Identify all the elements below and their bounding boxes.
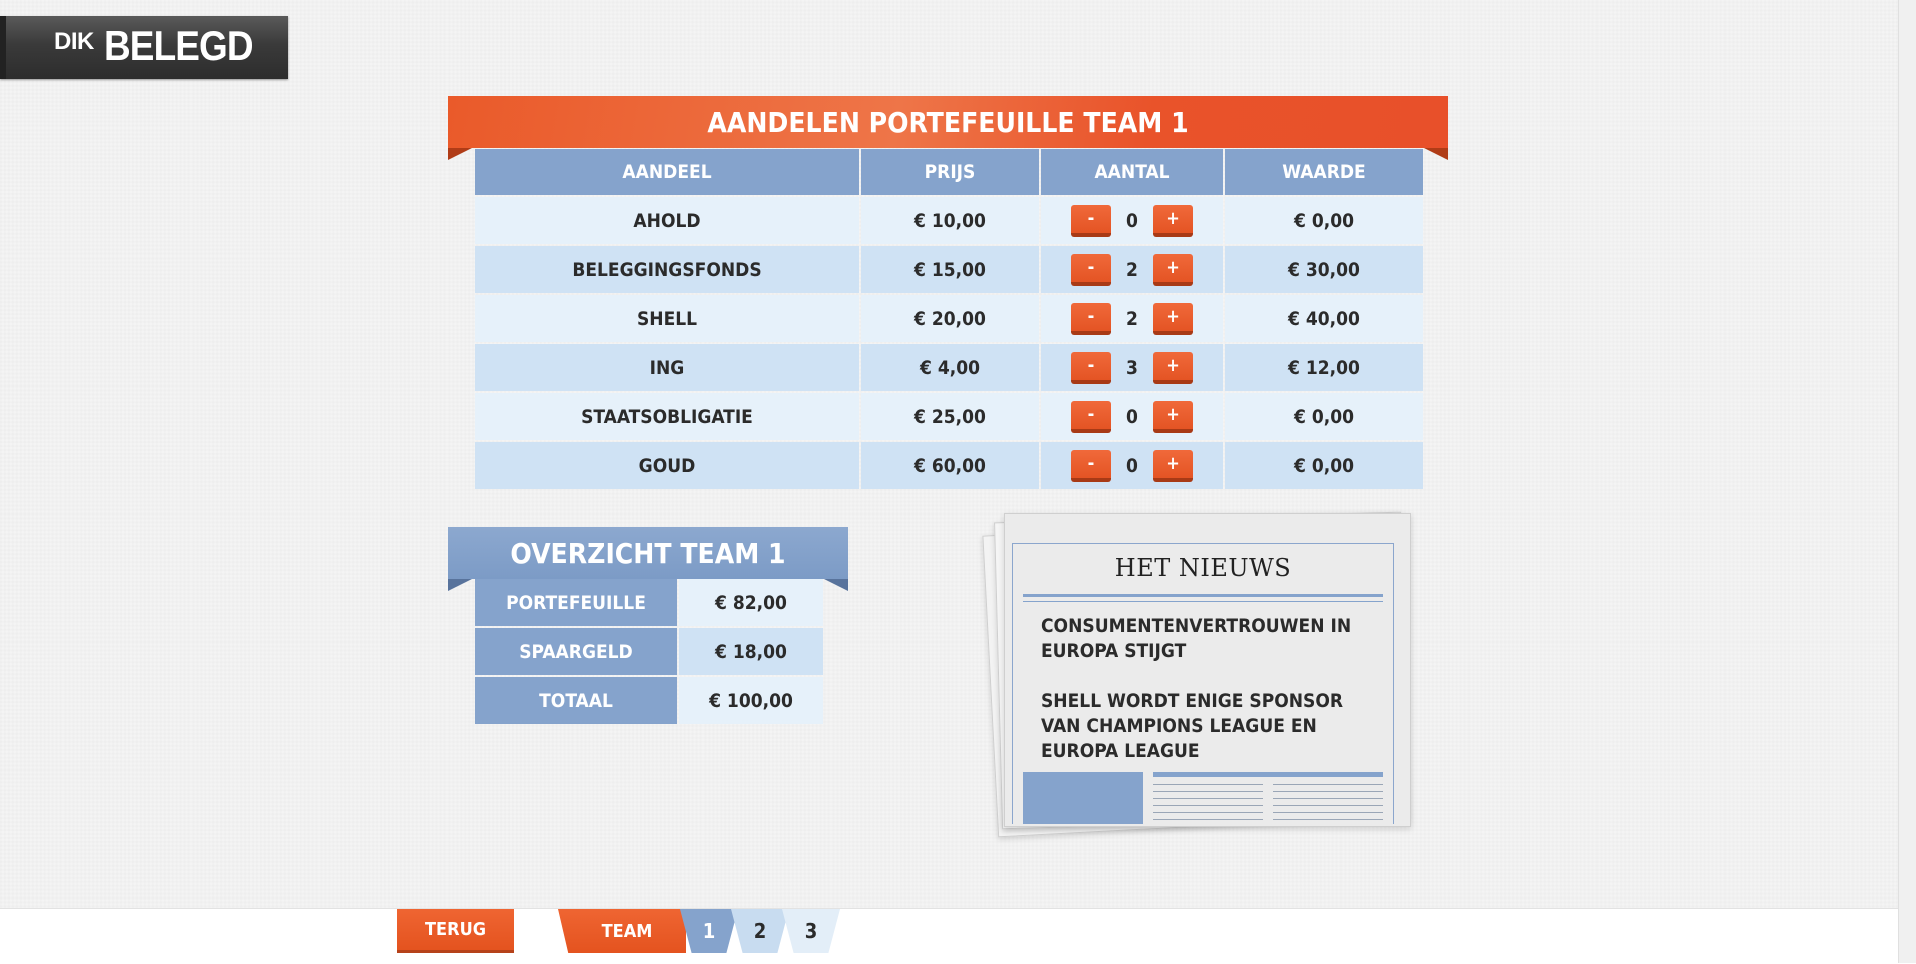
newspaper-content: HET NIEUWS CONSUMENTENVERTROUWEN IN EURO… — [1012, 543, 1394, 824]
portfolio-table: AANDEEL PRIJS AANTAL WAARDE AHOLD € 10,00… — [473, 147, 1425, 491]
increase-button[interactable]: + — [1153, 400, 1193, 433]
decrease-button[interactable]: - — [1071, 449, 1111, 482]
stock-name: SHELL — [475, 295, 859, 342]
column-header-aantal: AANTAL — [1041, 149, 1223, 195]
news-divider — [1023, 594, 1383, 602]
portfolio-title-banner: AANDELEN PORTEFEUILLE TEAM 1 — [448, 96, 1448, 160]
stock-name: AHOLD — [475, 197, 859, 244]
team-label: TEAM — [558, 909, 686, 953]
decrease-button[interactable]: - — [1071, 351, 1111, 384]
stock-value: € 0,00 — [1225, 442, 1423, 489]
stock-price: € 20,00 — [861, 295, 1039, 342]
stock-quantity-cell: -0 + — [1041, 197, 1223, 244]
quantity-stepper: -2 + — [1042, 253, 1222, 286]
overview-label: PORTEFEUILLE — [475, 579, 677, 626]
news-column-bar — [1153, 772, 1383, 777]
logo-text-large: BELEGD — [104, 22, 254, 69]
quantity-stepper: -3 + — [1042, 351, 1222, 384]
quantity-stepper: -0 + — [1042, 204, 1222, 237]
overview-label: TOTAAL — [475, 677, 677, 724]
stock-quantity: 3 — [1126, 356, 1138, 379]
increase-button[interactable]: + — [1153, 253, 1193, 286]
increase-button[interactable]: + — [1153, 449, 1193, 482]
quantity-stepper: -2 + — [1042, 302, 1222, 335]
stock-quantity-cell: -0 + — [1041, 393, 1223, 440]
stock-name: BELEGGINGSFONDS — [475, 246, 859, 293]
stock-price: € 4,00 — [861, 344, 1039, 391]
stock-price: € 25,00 — [861, 393, 1039, 440]
stock-value: € 12,00 — [1225, 344, 1423, 391]
portfolio-row: AHOLD € 10,00-0 + € 0,00 — [475, 197, 1423, 244]
decrease-button[interactable]: - — [1071, 204, 1111, 237]
overview-row: SPAARGELD € 18,00 — [475, 628, 823, 675]
stock-quantity-cell: -3 + — [1041, 344, 1223, 391]
decrease-button[interactable]: - — [1071, 253, 1111, 286]
app-logo: DIK BELEGD — [0, 16, 288, 79]
stock-name: STAATSOBLIGATIE — [475, 393, 859, 440]
stock-value: € 30,00 — [1225, 246, 1423, 293]
stock-name: GOUD — [475, 442, 859, 489]
overview-title: OVERZICHT TEAM 1 — [448, 527, 848, 579]
stock-quantity-cell: -2 + — [1041, 246, 1223, 293]
quantity-stepper: -0 + — [1042, 400, 1222, 433]
news-title: HET NIEUWS — [1114, 554, 1292, 582]
stock-value: € 0,00 — [1225, 393, 1423, 440]
column-header-waarde: WAARDE — [1225, 149, 1423, 195]
increase-button[interactable]: + — [1153, 351, 1193, 384]
stock-value: € 0,00 — [1225, 197, 1423, 244]
decrease-button[interactable]: - — [1071, 302, 1111, 335]
bottom-bar — [0, 908, 1916, 964]
portfolio-row: SHELL € 20,00-2 + € 40,00 — [475, 295, 1423, 342]
overview-value: € 18,00 — [679, 628, 823, 675]
news-text-lines — [1273, 784, 1383, 824]
stock-value: € 40,00 — [1225, 295, 1423, 342]
stock-quantity-cell: -2 + — [1041, 295, 1223, 342]
portfolio-header-row: AANDEEL PRIJS AANTAL WAARDE — [475, 149, 1423, 195]
news-headline: SHELL WORDT ENIGE SPONSOR VAN CHAMPIONS … — [1041, 690, 1344, 762]
stock-quantity: 0 — [1126, 454, 1138, 477]
portfolio-row: BELEGGINGSFONDS € 15,00-2 + € 30,00 — [475, 246, 1423, 293]
overview-table: PORTEFEUILLE € 82,00 SPAARGELD € 18,00 T… — [473, 577, 825, 726]
increase-button[interactable]: + — [1153, 302, 1193, 335]
quantity-stepper: -0 + — [1042, 449, 1222, 482]
column-header-prijs: PRIJS — [861, 149, 1039, 195]
overview-row: PORTEFEUILLE € 82,00 — [475, 579, 823, 626]
news-text-lines — [1153, 784, 1263, 824]
overview-value: € 82,00 — [679, 579, 823, 626]
stock-name: ING — [475, 344, 859, 391]
decrease-button[interactable]: - — [1071, 400, 1111, 433]
stock-quantity: 2 — [1126, 307, 1138, 330]
news-headline: CONSUMENTENVERTROUWEN IN EUROPA STIJGT — [1041, 615, 1352, 662]
portfolio-row: GOUD € 60,00-0 + € 0,00 — [475, 442, 1423, 489]
portfolio-row: ING € 4,00-3 + € 12,00 — [475, 344, 1423, 391]
stock-quantity-cell: -0 + — [1041, 442, 1223, 489]
stock-quantity: 0 — [1126, 405, 1138, 428]
portfolio-row: STAATSOBLIGATIE € 25,00-0 + € 0,00 — [475, 393, 1423, 440]
stock-price: € 15,00 — [861, 246, 1039, 293]
overview-row: TOTAAL € 100,00 — [475, 677, 823, 724]
stock-quantity: 0 — [1126, 209, 1138, 232]
vertical-scrollbar[interactable] — [1898, 0, 1916, 963]
overview-label: SPAARGELD — [475, 628, 677, 675]
stock-price: € 10,00 — [861, 197, 1039, 244]
news-photo-placeholder — [1023, 772, 1143, 824]
news-panel: HET NIEUWS CONSUMENTENVERTROUWEN IN EURO… — [982, 505, 1420, 838]
logo-text-small: DIK — [54, 28, 94, 55]
stock-quantity: 2 — [1126, 258, 1138, 281]
column-header-aandeel: AANDEEL — [475, 149, 859, 195]
back-button[interactable]: TERUG — [397, 909, 514, 953]
overview-value: € 100,00 — [679, 677, 823, 724]
stock-price: € 60,00 — [861, 442, 1039, 489]
portfolio-title: AANDELEN PORTEFEUILLE TEAM 1 — [448, 96, 1448, 148]
overview-title-banner: OVERZICHT TEAM 1 — [448, 527, 848, 591]
increase-button[interactable]: + — [1153, 204, 1193, 237]
